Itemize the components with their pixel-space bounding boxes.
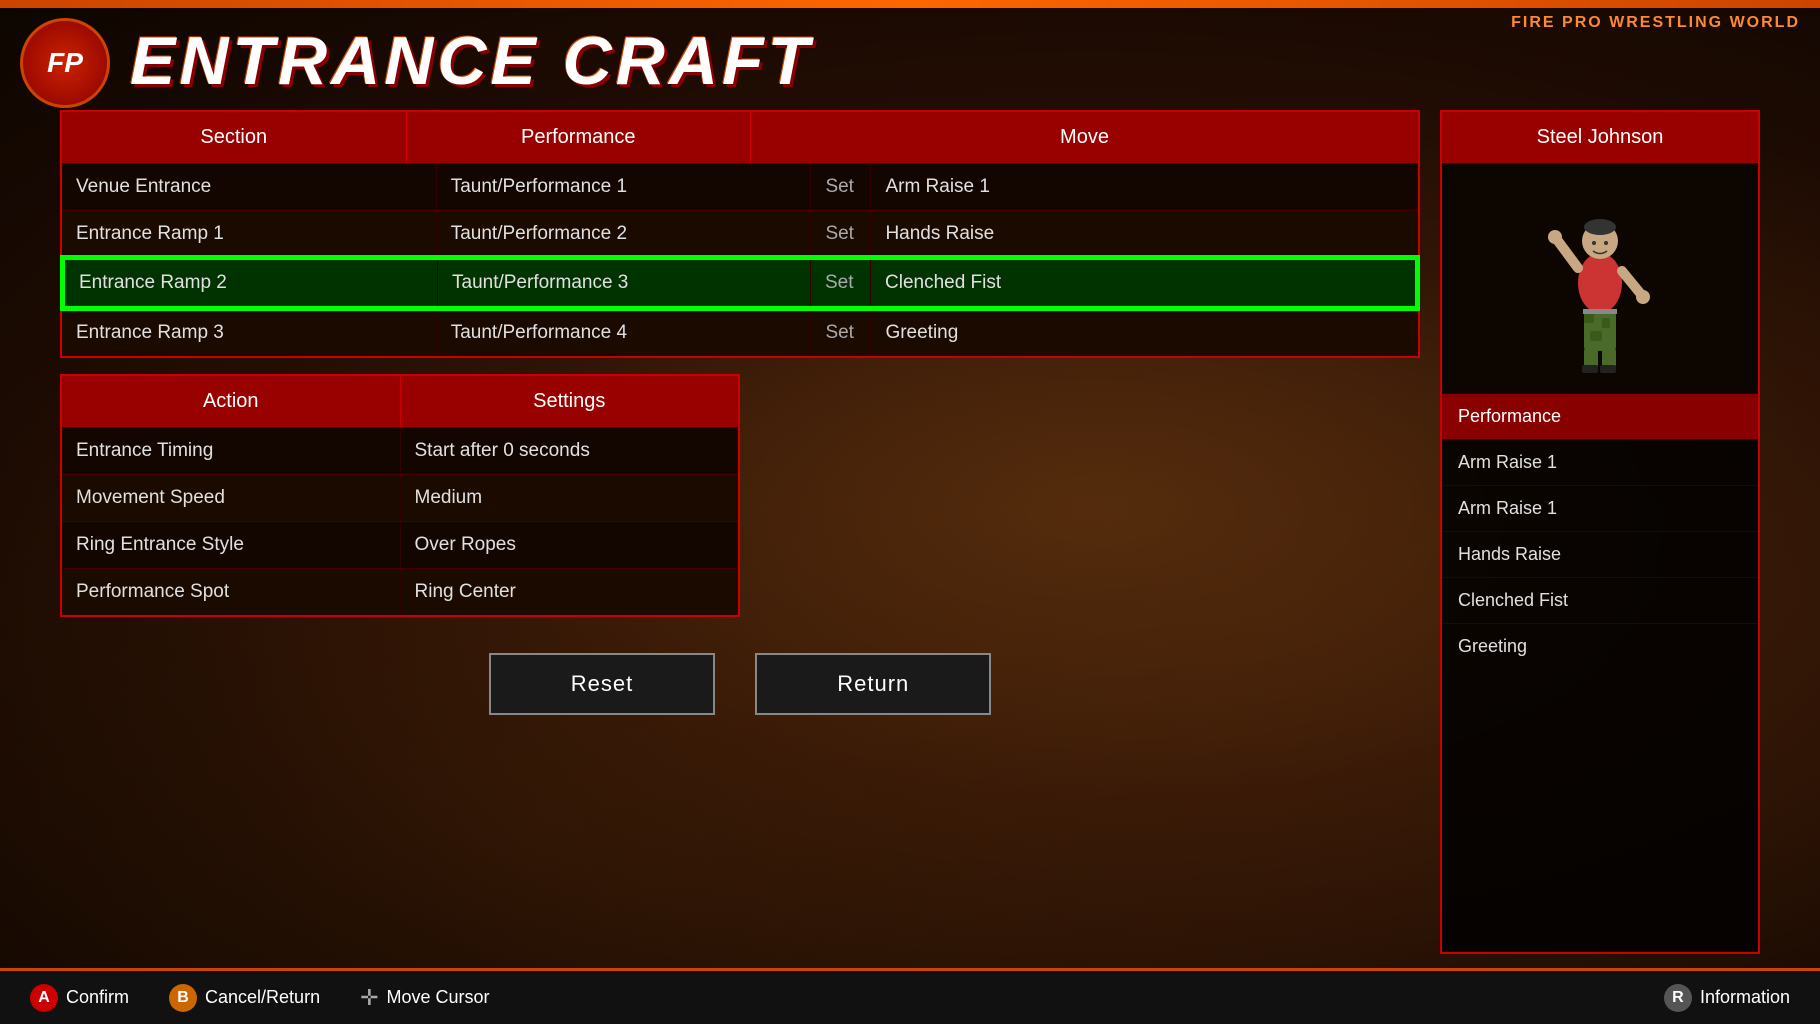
hint-move-label: Move Cursor [387, 987, 490, 1008]
move-cell: Arm Raise 1 [871, 164, 1418, 210]
hint-cancel: B Cancel/Return [169, 984, 320, 1012]
left-panel: Section Performance Move Venue Entrance … [60, 110, 1420, 954]
return-button[interactable]: Return [755, 653, 991, 715]
table-row[interactable]: Venue Entrance Taunt/Performance 1 Set A… [62, 163, 1418, 210]
move-cell: Greeting [871, 310, 1418, 356]
move-cell: Hands Raise [871, 211, 1418, 257]
setting-cell: Start after 0 seconds [401, 428, 739, 474]
right-panel-list-item: Clenched Fist [1442, 577, 1758, 623]
logo-area: FP [20, 18, 110, 108]
right-panel-title: Steel Johnson [1442, 112, 1758, 163]
game-title: FIRE PRO WRESTLING WORLD [1511, 14, 1800, 32]
settings-table: Action Settings Entrance Timing Start af… [60, 374, 740, 617]
hint-confirm-label: Confirm [66, 987, 129, 1008]
right-panel-list-item: Arm Raise 1 [1442, 485, 1758, 531]
performance-cell: Taunt/Performance 2 [437, 211, 812, 257]
section-cell: Entrance Ramp 1 [62, 211, 437, 257]
action-cell: Ring Entrance Style [62, 522, 401, 568]
a-button-icon: A [30, 984, 58, 1012]
table-row-selected[interactable]: Entrance Ramp 2 Taunt/Performance 3 Set … [62, 257, 1418, 309]
main-content: Section Performance Move Venue Entrance … [60, 110, 1760, 954]
move-cell: Clenched Fist [871, 260, 1415, 306]
section-cell: Entrance Ramp 2 [65, 260, 438, 306]
main-table: Section Performance Move Venue Entrance … [60, 110, 1420, 358]
section-cell: Venue Entrance [62, 164, 437, 210]
table-row[interactable]: Entrance Ramp 1 Taunt/Performance 2 Set … [62, 210, 1418, 257]
page-title: ENTRANCE CRAFT [130, 22, 813, 100]
section-cell: Entrance Ramp 3 [62, 310, 437, 356]
hint-info-label: Information [1700, 987, 1790, 1008]
settings-table-header: Action Settings [62, 376, 738, 427]
setting-cell: Medium [401, 475, 739, 521]
character-display [1442, 163, 1758, 393]
hint-info: R Information [1664, 984, 1790, 1012]
fp-logo: FP [20, 18, 110, 108]
settings-row[interactable]: Ring Entrance Style Over Ropes [62, 521, 738, 568]
action-cell: Entrance Timing [62, 428, 401, 474]
settings-col-action: Action [62, 376, 401, 427]
performance-cell: Taunt/Performance 4 [437, 310, 812, 356]
settings-col-settings: Settings [401, 376, 739, 427]
right-panel-list-item: Arm Raise 1 [1442, 439, 1758, 485]
bottom-bar: A Confirm B Cancel/Return ✛ Move Cursor … [0, 968, 1820, 1024]
buttons-row: Reset Return [60, 653, 1420, 715]
right-panel: Steel Johnson [1440, 110, 1760, 954]
right-panel-section-label: Performance [1442, 393, 1758, 439]
settings-row[interactable]: Performance Spot Ring Center [62, 568, 738, 615]
hint-confirm: A Confirm [30, 984, 129, 1012]
action-cell: Performance Spot [62, 569, 401, 615]
r-button-icon: R [1664, 984, 1692, 1012]
right-panel-list-item: Greeting [1442, 623, 1758, 669]
set-cell: Set [811, 260, 871, 306]
character-sprite [1540, 183, 1660, 373]
main-table-header: Section Performance Move [62, 112, 1418, 163]
dpad-icon: ✛ [360, 985, 378, 1011]
table-row[interactable]: Entrance Ramp 3 Taunt/Performance 4 Set … [62, 309, 1418, 356]
settings-row[interactable]: Entrance Timing Start after 0 seconds [62, 427, 738, 474]
setting-cell: Over Ropes [401, 522, 739, 568]
top-bar [0, 0, 1820, 8]
setting-cell: Ring Center [401, 569, 739, 615]
col-header-move: Move [751, 112, 1418, 163]
set-cell: Set [811, 164, 871, 210]
reset-button[interactable]: Reset [489, 653, 715, 715]
performance-cell: Taunt/Performance 1 [437, 164, 812, 210]
col-header-performance: Performance [407, 112, 752, 163]
col-header-section: Section [62, 112, 407, 163]
settings-row[interactable]: Movement Speed Medium [62, 474, 738, 521]
set-cell: Set [811, 310, 871, 356]
right-panel-list-item: Hands Raise [1442, 531, 1758, 577]
b-button-icon: B [169, 984, 197, 1012]
hint-move: ✛ Move Cursor [360, 985, 489, 1011]
set-cell: Set [811, 211, 871, 257]
performance-cell: Taunt/Performance 3 [438, 260, 811, 306]
hint-cancel-label: Cancel/Return [205, 987, 320, 1008]
action-cell: Movement Speed [62, 475, 401, 521]
